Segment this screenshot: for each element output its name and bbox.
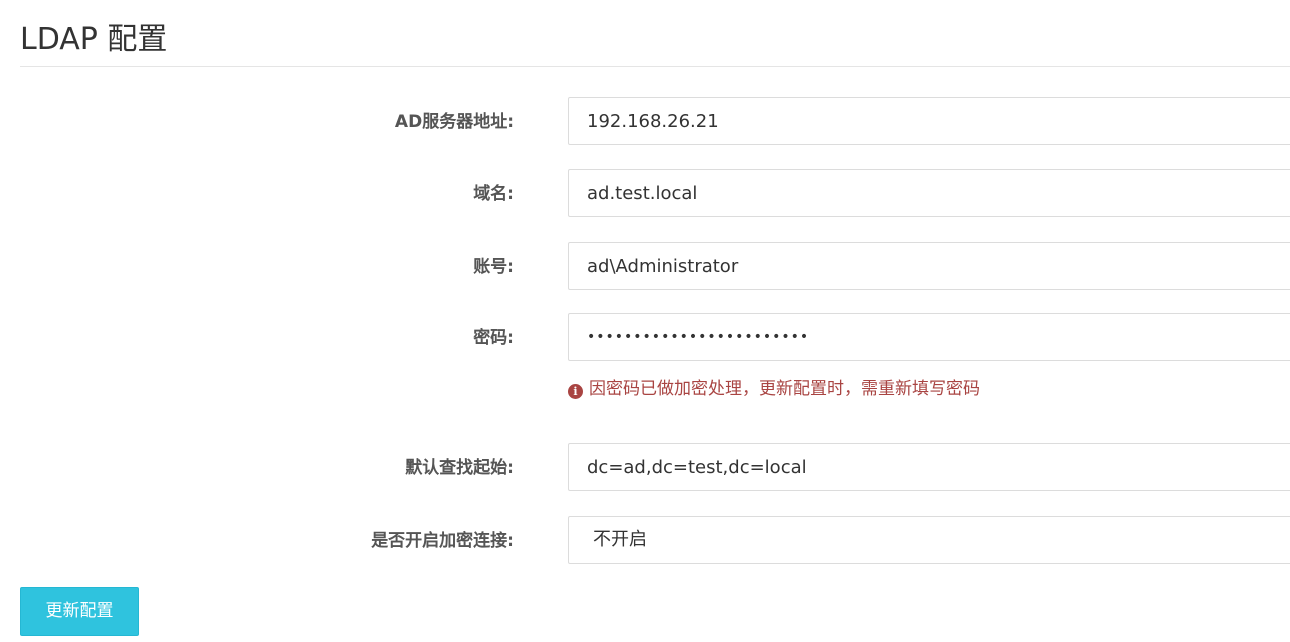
form-row-domain: 域名: — [0, 169, 1290, 219]
form-row-password: 密码: — [0, 313, 1290, 363]
page-title: LDAP 配置 — [20, 22, 168, 57]
server-address-label: AD服务器地址: — [394, 112, 514, 132]
password-hint-text: 因密码已做加密处理，更新配置时，需重新填写密码 — [589, 379, 980, 399]
form-row-base-dn: 默认查找起始: — [0, 443, 1290, 493]
form-row-server: AD服务器地址: — [0, 97, 1290, 147]
account-input[interactable] — [568, 242, 1290, 290]
server-address-input[interactable] — [568, 97, 1290, 145]
password-label: 密码: — [473, 328, 514, 348]
ssl-label: 是否开启加密连接: — [371, 531, 514, 551]
ldap-config-page: LDAP 配置 AD服务器地址: 域名: 账号: 密码: i 因密码已做加密处理，… — [0, 0, 1290, 642]
base-dn-input[interactable] — [568, 443, 1290, 491]
form-row-account: 账号: — [0, 242, 1290, 292]
info-circle-icon: i — [568, 384, 583, 399]
title-divider — [20, 66, 1290, 67]
ssl-select[interactable]: 不开启 — [568, 516, 1290, 564]
domain-input[interactable] — [568, 169, 1290, 217]
domain-label: 域名: — [473, 184, 514, 204]
password-hint: i 因密码已做加密处理，更新配置时，需重新填写密码 — [568, 377, 980, 401]
base-dn-label: 默认查找起始: — [405, 458, 514, 478]
form-row-ssl: 是否开启加密连接: 不开启 — [0, 516, 1290, 566]
password-input[interactable] — [568, 313, 1290, 361]
update-config-button[interactable]: 更新配置 — [20, 587, 139, 636]
account-label: 账号: — [473, 257, 514, 277]
